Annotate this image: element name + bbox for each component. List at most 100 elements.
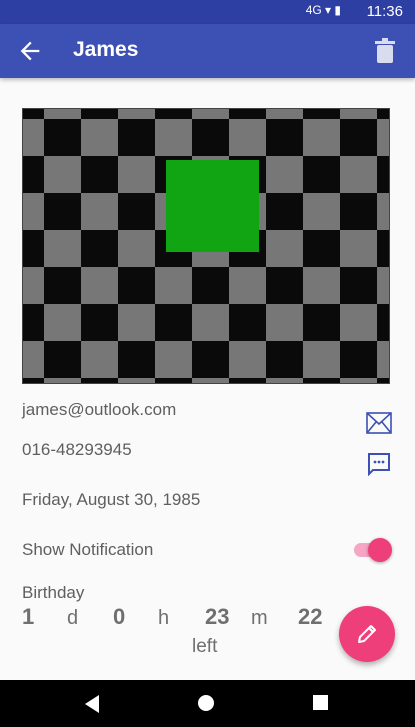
checker-square [229, 119, 266, 156]
countdown-label: Birthday [22, 583, 85, 602]
email-button[interactable] [366, 411, 392, 437]
checker-square [44, 156, 81, 193]
checker-square [7, 156, 44, 193]
checker-square [303, 82, 340, 119]
checker-square [340, 304, 377, 341]
hours-value: 0 [113, 604, 126, 629]
days-unit: d [67, 607, 79, 629]
trash-icon [375, 38, 395, 63]
checker-square [229, 304, 266, 341]
checker-square [266, 267, 303, 304]
checker-square [377, 82, 414, 119]
checker-square [118, 341, 155, 378]
checker-square [377, 230, 414, 267]
days-value: 1 [22, 604, 35, 629]
time-left-label: left [192, 636, 218, 657]
checker-square [81, 193, 118, 230]
checker-square [81, 304, 118, 341]
checker-square [266, 193, 303, 230]
contact-photo[interactable] [7, 82, 415, 415]
checker-square [229, 341, 266, 378]
checker-square [7, 341, 44, 378]
checker-square [340, 341, 377, 378]
checker-square [303, 230, 340, 267]
checker-square [266, 341, 303, 378]
checker-square [7, 267, 44, 304]
checker-square [229, 267, 266, 304]
checker-square [377, 267, 414, 304]
show-notification-label: Show Notification [22, 540, 154, 559]
checker-square [266, 82, 303, 119]
checker-square [377, 304, 414, 341]
hours-unit: h [158, 607, 170, 629]
checker-square [303, 156, 340, 193]
checker-square [377, 156, 414, 193]
checker-square [81, 341, 118, 378]
checker-square [340, 267, 377, 304]
status-bar: 4G ▾ ▮ 11:36 [0, 0, 415, 24]
email-text: james@outlook.com [22, 400, 177, 419]
edit-fab-button[interactable] [339, 606, 395, 662]
checker-square [44, 230, 81, 267]
pencil-icon [358, 625, 376, 643]
checker-square [118, 193, 155, 230]
checkerboard-image [7, 82, 415, 415]
checker-square [192, 304, 229, 341]
checker-square [118, 119, 155, 156]
checker-square [229, 82, 266, 119]
checker-square [303, 341, 340, 378]
checker-square [192, 119, 229, 156]
minutes-unit: m [251, 607, 268, 629]
checker-square [81, 119, 118, 156]
checker-square [7, 119, 44, 156]
checker-square [7, 230, 44, 267]
checker-square [81, 156, 118, 193]
birthday-date: Friday, August 30, 1985 [22, 490, 201, 509]
status-icons: 4G ▾ ▮ [305, 3, 341, 17]
minutes-value: 23 [205, 604, 230, 629]
checker-square [377, 341, 414, 378]
checker-square [118, 230, 155, 267]
phone-text: 016-48293945 [22, 440, 132, 459]
green-square [166, 160, 259, 252]
checker-square [377, 119, 414, 156]
notification-toggle[interactable] [354, 538, 392, 562]
nav-recents-icon[interactable] [313, 695, 328, 710]
page-title: James [73, 38, 139, 61]
checker-square [192, 267, 229, 304]
checker-square [303, 267, 340, 304]
checker-square [81, 82, 118, 119]
checker-square [155, 82, 192, 119]
checker-square [7, 304, 44, 341]
delete-button[interactable] [373, 37, 397, 65]
back-button[interactable] [16, 37, 44, 65]
checker-square [266, 304, 303, 341]
checker-square [303, 304, 340, 341]
seconds-value: 22 [298, 604, 323, 629]
arrow-left-icon [20, 41, 40, 61]
status-time: 11:36 [366, 3, 403, 20]
checker-square [81, 230, 118, 267]
nav-back-icon[interactable] [83, 694, 101, 714]
checker-square [340, 82, 377, 119]
checker-square [266, 156, 303, 193]
message-icon [368, 453, 390, 477]
nav-home-icon[interactable] [198, 695, 214, 711]
checker-square [44, 304, 81, 341]
checker-square [192, 82, 229, 119]
checker-square [192, 341, 229, 378]
navigation-bar [0, 680, 415, 727]
checker-square [340, 156, 377, 193]
checker-square [155, 304, 192, 341]
sms-button[interactable] [367, 452, 393, 478]
app-bar: James [0, 24, 415, 78]
checker-square [266, 230, 303, 267]
checker-square [44, 82, 81, 119]
checker-square [340, 230, 377, 267]
checker-square [340, 193, 377, 230]
checker-square [377, 193, 414, 230]
checker-square [303, 193, 340, 230]
checker-square [7, 193, 44, 230]
checker-square [44, 193, 81, 230]
checker-square [118, 267, 155, 304]
